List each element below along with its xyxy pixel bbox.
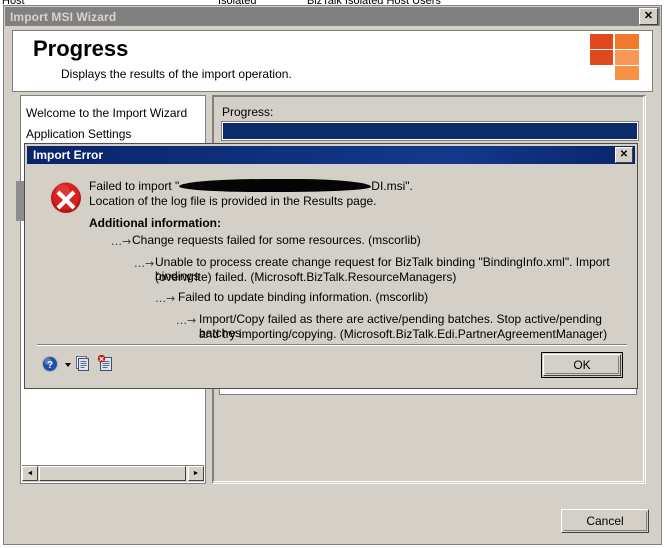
- screen: Host Isolated BizTalk Isolated Host User…: [0, 0, 665, 548]
- redacted-filename: [179, 179, 372, 193]
- scrollbar-thumb[interactable]: [39, 466, 186, 481]
- close-icon[interactable]: ✕: [615, 147, 633, 163]
- steps-vertical-scrollbar-thumb[interactable]: [16, 181, 25, 221]
- close-icon[interactable]: ✕: [639, 8, 658, 25]
- wizard-title: Import MSI Wizard: [10, 9, 117, 24]
- svg-text:?: ?: [47, 360, 53, 371]
- error-message-line1: Failed to import " DI.msi".: [89, 179, 413, 194]
- ok-button-label: OK: [573, 358, 591, 372]
- error-detail-1-line-1: (overwrite) failed. (Microsoft.BizTalk.R…: [155, 270, 457, 284]
- error-detail-3-line-1: and try importing/copying. (Microsoft.Bi…: [199, 327, 608, 341]
- error-message-prefix: Failed to import ": [89, 179, 180, 193]
- scroll-right-arrow-icon[interactable]: ►: [188, 466, 204, 481]
- error-message-line2: Location of the log file is provided in …: [89, 194, 377, 208]
- error-dialog-titlebar: Import Error ✕: [27, 146, 635, 164]
- progress-bar-fill: [223, 123, 637, 139]
- dialog-divider: [37, 344, 627, 346]
- wizard-titlebar: Import MSI Wizard ✕: [5, 7, 660, 26]
- biztalk-logo-icon: [590, 34, 640, 80]
- error-detail-0-line-0: Change requests failed for some resource…: [132, 233, 421, 247]
- sidebar-item-welcome[interactable]: Welcome to the Import Wizard: [26, 106, 187, 120]
- page-subtitle: Displays the results of the import opera…: [61, 67, 292, 81]
- tree-arrow-icon: …→: [155, 292, 176, 305]
- tree-arrow-icon: …→: [176, 314, 197, 327]
- ok-button[interactable]: OK: [543, 354, 621, 376]
- wizard-header-band: Progress Displays the results of the imp…: [12, 30, 653, 92]
- copy-error-report-icon[interactable]: [97, 355, 119, 375]
- cancel-button[interactable]: Cancel: [561, 509, 649, 533]
- additional-information-heading: Additional information:: [89, 216, 221, 230]
- progress-label: Progress:: [222, 105, 274, 119]
- error-dialog-title: Import Error: [33, 148, 104, 162]
- footer-divider: [12, 498, 653, 499]
- progress-bar: [221, 121, 639, 141]
- error-icon: [47, 179, 85, 217]
- cancel-button-label: Cancel: [586, 514, 624, 528]
- steps-horizontal-scrollbar[interactable]: ◄ ►: [22, 465, 204, 482]
- sidebar-item-application-settings[interactable]: Application Settings: [26, 127, 131, 141]
- import-error-dialog: Import Error ✕ Failed to import " DI.msi"…: [25, 144, 637, 388]
- error-detail-2-line-0: Failed to update binding information. (m…: [178, 290, 429, 304]
- tree-arrow-icon: …→: [134, 257, 155, 270]
- help-icon[interactable]: ?: [41, 355, 63, 375]
- error-message-suffix: DI.msi".: [371, 179, 413, 193]
- page-title: Progress: [33, 36, 129, 61]
- tree-arrow-icon: …→: [111, 235, 132, 248]
- chevron-down-icon[interactable]: [63, 355, 73, 375]
- copy-icon[interactable]: [75, 355, 97, 375]
- scroll-left-arrow-icon[interactable]: ◄: [22, 466, 38, 481]
